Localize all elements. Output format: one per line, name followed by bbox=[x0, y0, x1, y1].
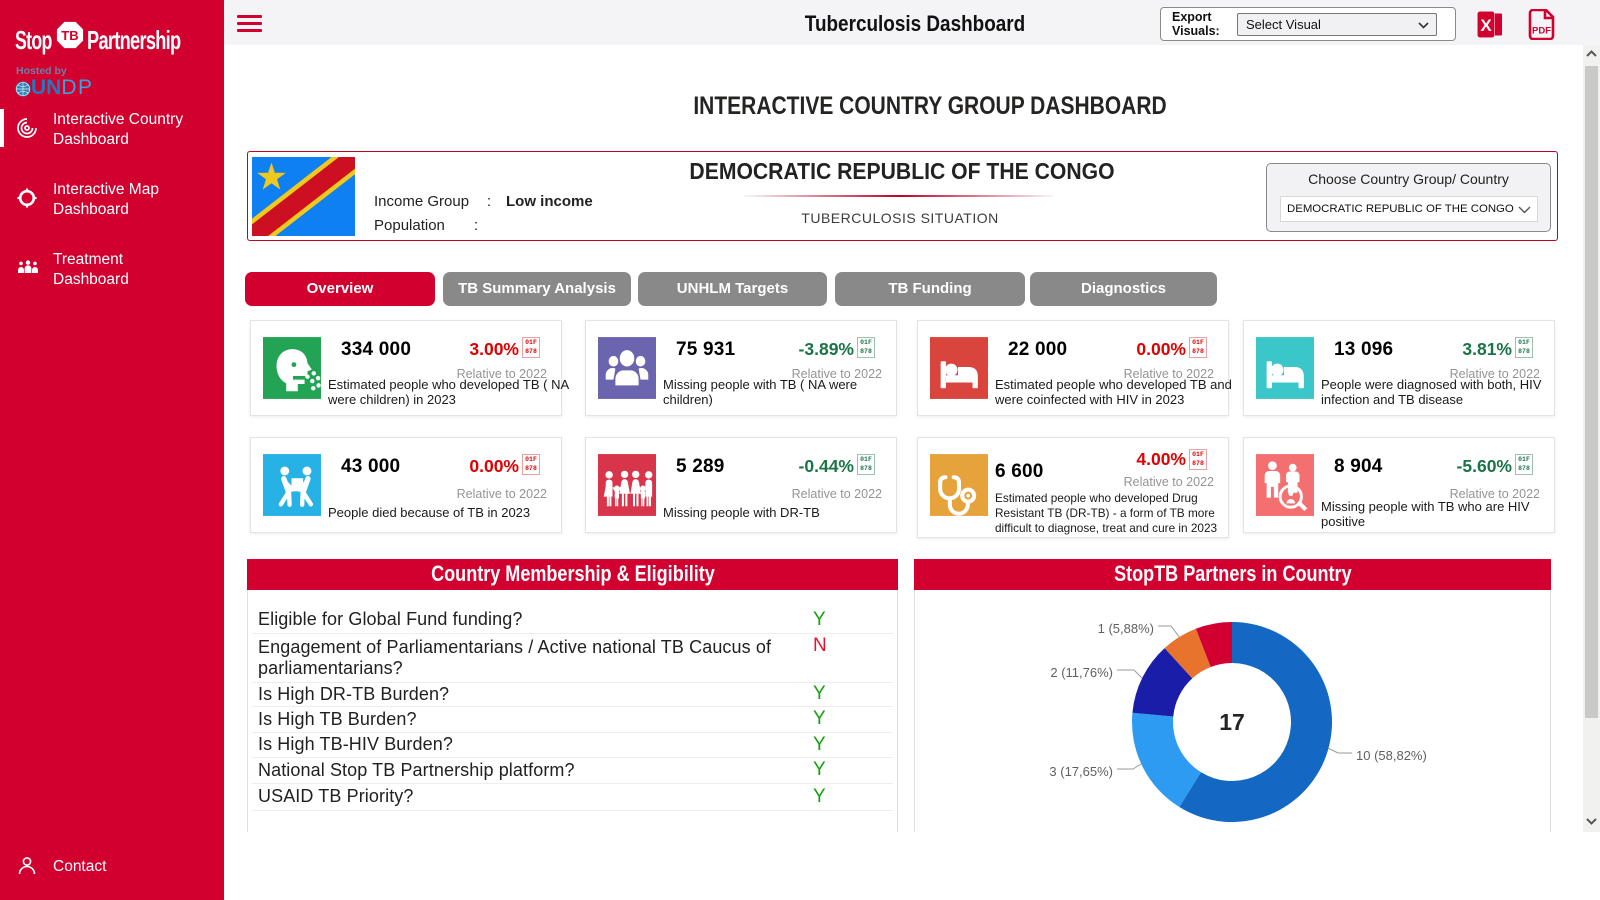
svg-text:17: 17 bbox=[1219, 709, 1245, 735]
svg-text:PDF: PDF bbox=[1532, 26, 1551, 37]
svg-text:10 (58,82%): 10 (58,82%) bbox=[1356, 748, 1427, 763]
svg-text:3 (17,65%): 3 (17,65%) bbox=[1049, 764, 1113, 779]
svg-text:2 (11,76%): 2 (11,76%) bbox=[1050, 665, 1113, 680]
svg-text:X: X bbox=[1480, 16, 1492, 35]
svg-text:1 (5,88%): 1 (5,88%) bbox=[1098, 621, 1154, 636]
svg-text:TB: TB bbox=[61, 28, 78, 43]
